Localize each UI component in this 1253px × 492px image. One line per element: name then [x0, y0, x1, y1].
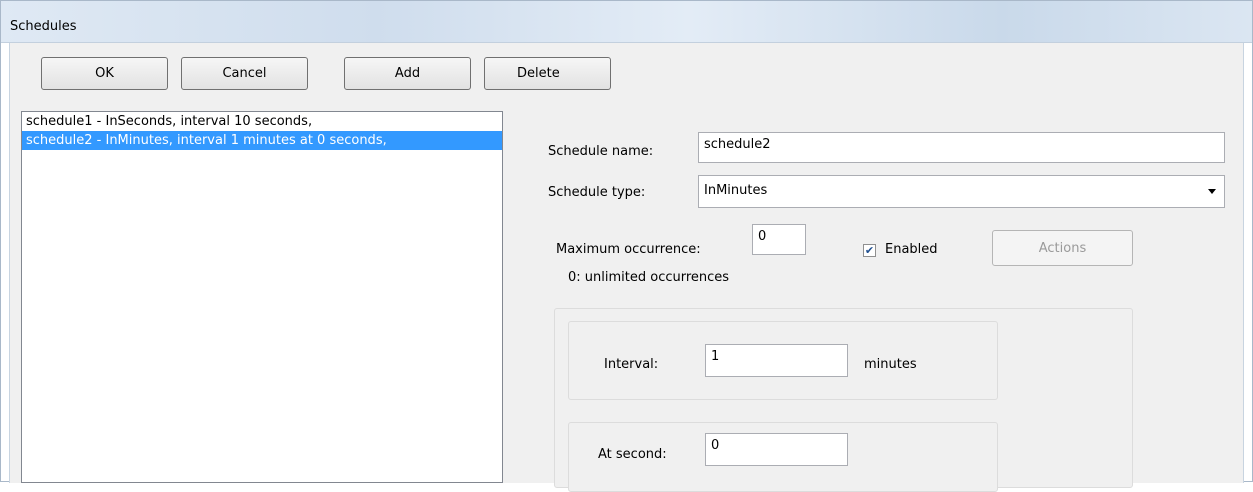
- schedule-type-value: InMinutes: [704, 183, 768, 198]
- max-occurrence-hint: 0: unlimited occurrences: [568, 270, 730, 285]
- enabled-checkbox[interactable]: ✔: [863, 244, 876, 257]
- list-item[interactable]: schedule1 - InSeconds, interval 10 secon…: [22, 112, 502, 131]
- title-bar[interactable]: Schedules: [1, 1, 1252, 43]
- ok-button[interactable]: OK: [41, 57, 168, 90]
- chevron-down-icon[interactable]: [1208, 189, 1216, 194]
- list-item-selected[interactable]: schedule2 - InMinutes, interval 1 minute…: [22, 131, 502, 150]
- at-second-input[interactable]: 0: [705, 433, 848, 466]
- max-occurrence-label: Maximum occurrence:: [556, 242, 701, 257]
- add-button[interactable]: Add: [344, 57, 471, 90]
- interval-unit: minutes: [864, 357, 917, 372]
- enabled-label[interactable]: Enabled: [885, 242, 938, 257]
- cancel-button[interactable]: Cancel: [181, 57, 308, 90]
- interval-input[interactable]: 1: [705, 344, 848, 377]
- interval-label: Interval:: [604, 357, 659, 372]
- delete-button[interactable]: Delete: [484, 57, 611, 90]
- window-title: Schedules: [10, 19, 77, 34]
- schedule-list[interactable]: schedule1 - InSeconds, interval 10 secon…: [21, 111, 503, 483]
- schedule-name-label: Schedule name:: [548, 144, 654, 159]
- schedule-name-input[interactable]: schedule2: [698, 132, 1225, 163]
- max-occurrence-input[interactable]: 0: [752, 224, 806, 255]
- at-second-label: At second:: [598, 447, 667, 462]
- schedules-window: Schedules OK Cancel Add Delete schedule1…: [0, 0, 1253, 492]
- schedule-type-select[interactable]: InMinutes: [698, 175, 1225, 208]
- actions-button[interactable]: Actions: [992, 230, 1133, 266]
- schedule-type-label: Schedule type:: [548, 185, 646, 200]
